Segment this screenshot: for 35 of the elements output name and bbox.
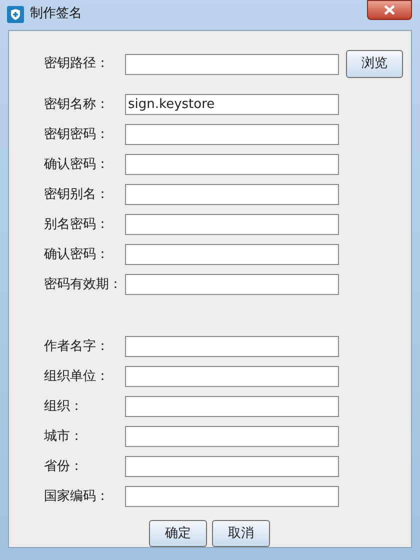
text-field[interactable] xyxy=(125,486,339,507)
window-title: 制作签名 xyxy=(30,5,82,24)
field-label: 省份： xyxy=(44,458,84,476)
field-label: 密码有效期： xyxy=(44,276,123,294)
text-field[interactable] xyxy=(125,274,339,295)
field-label: 城市： xyxy=(44,428,84,446)
text-field[interactable]: sign.keystore xyxy=(125,94,339,115)
browse-button[interactable]: 浏览 xyxy=(346,50,403,78)
field-label: 密钥密码： xyxy=(44,126,110,144)
text-field[interactable] xyxy=(125,54,339,74)
text-field[interactable] xyxy=(125,244,339,265)
field-label: 组织： xyxy=(44,398,84,416)
shield-icon xyxy=(7,6,24,22)
field-label: 密钥别名： xyxy=(44,186,110,204)
field-label: 密钥路径： xyxy=(44,55,110,74)
cancel-button[interactable]: 取消 xyxy=(212,520,270,547)
field-label: 密钥名称： xyxy=(44,96,110,114)
ok-button[interactable]: 确定 xyxy=(149,520,207,547)
field-label: 组织单位： xyxy=(44,368,110,386)
text-field[interactable] xyxy=(125,154,339,175)
field-label: 作者名字： xyxy=(44,338,110,356)
text-field[interactable] xyxy=(125,366,339,387)
field-label: 国家编码： xyxy=(44,488,110,506)
text-field[interactable] xyxy=(125,456,339,477)
text-field[interactable] xyxy=(125,426,339,447)
close-button[interactable] xyxy=(367,0,412,20)
close-icon xyxy=(384,5,395,15)
field-label: 确认密码： xyxy=(44,156,110,174)
field-label: 确认密码： xyxy=(44,246,110,264)
field-label: 别名密码： xyxy=(44,216,110,234)
text-field[interactable] xyxy=(125,396,339,417)
text-field[interactable] xyxy=(125,184,339,205)
text-field[interactable] xyxy=(125,336,339,357)
text-field[interactable] xyxy=(125,214,339,235)
text-field[interactable] xyxy=(125,124,339,145)
